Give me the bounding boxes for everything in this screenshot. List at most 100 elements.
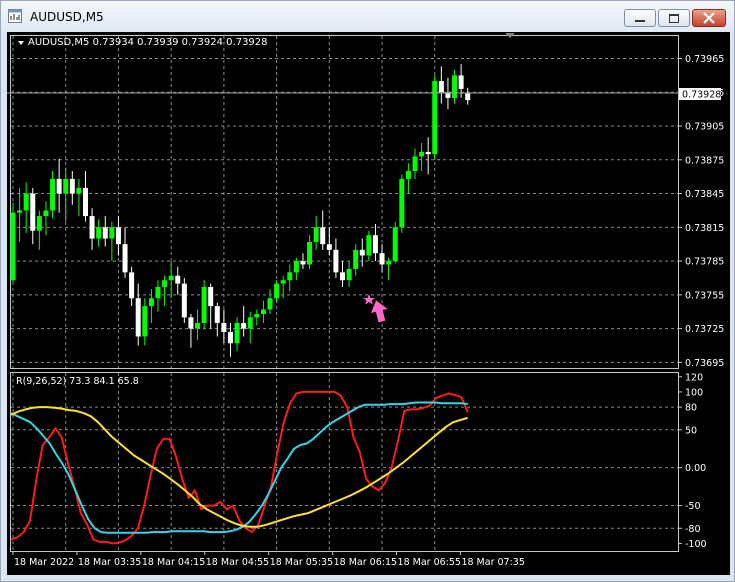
price-y-tick-label: 0.73725 xyxy=(685,324,724,335)
price-y-tick-label: 0.73965 xyxy=(685,54,724,65)
candle-body xyxy=(372,235,378,254)
candle-body xyxy=(432,81,438,155)
candle-body xyxy=(359,249,365,256)
candle-body xyxy=(274,283,280,299)
minimize-icon xyxy=(635,20,645,22)
price-y-tick-label: 0.73785 xyxy=(685,257,724,268)
candle-body xyxy=(135,298,141,337)
candle-body xyxy=(30,193,36,231)
indicator-y-tick-label: -100 xyxy=(685,539,707,550)
candle-body xyxy=(10,212,16,281)
indicator-y-tick-label: -50 xyxy=(685,501,701,512)
candle-body xyxy=(56,178,62,194)
candle-body xyxy=(76,187,82,194)
time-x-tick-label: 18 Mar 06:55 xyxy=(398,557,461,568)
candle-body xyxy=(379,253,385,265)
time-x-tick-label: 18 Mar 2022 xyxy=(14,557,74,568)
current-price-label: 0.73928 xyxy=(682,90,721,101)
candle-body xyxy=(142,306,148,337)
candle-body xyxy=(458,75,464,89)
candle-body xyxy=(320,227,326,245)
maximize-icon xyxy=(669,14,679,23)
candle-body xyxy=(452,75,458,98)
candle-body xyxy=(63,178,69,194)
candle-body xyxy=(122,244,128,273)
candle-body xyxy=(247,317,253,329)
candle-body xyxy=(346,268,352,281)
indicator-y-tick-label: 0.00 xyxy=(685,463,706,474)
indicator-y-tick-label: -80 xyxy=(685,524,701,535)
price-panel-border xyxy=(10,35,679,369)
time-x-tick-label: 18 Mar 04:55 xyxy=(206,557,269,568)
candle-body xyxy=(366,235,372,256)
candle-body xyxy=(208,286,214,307)
price-y-tick-label: 0.73695 xyxy=(685,358,724,369)
candle-body xyxy=(307,241,313,265)
candle-body xyxy=(280,280,286,284)
price-candles xyxy=(10,64,471,357)
candle-body xyxy=(419,151,425,157)
price-y-tick-label: 0.73755 xyxy=(685,290,724,301)
candle-body xyxy=(36,216,42,231)
candle-body xyxy=(82,187,88,217)
indicator-y-tick-label: 100 xyxy=(685,387,703,398)
candle-body xyxy=(23,193,29,211)
price-y-tick-label: 0.73875 xyxy=(685,155,724,166)
time-x-tick-label: 18 Mar 06:15 xyxy=(334,557,397,568)
candle-body xyxy=(214,306,220,323)
candle-body xyxy=(313,227,319,242)
candle-body xyxy=(109,227,115,239)
candle-body xyxy=(89,216,95,239)
indicator-y-tick-label: 80 xyxy=(685,403,697,414)
candle-body xyxy=(102,227,108,239)
time-x-tick-label: 18 Mar 05:35 xyxy=(270,557,333,568)
candle-body xyxy=(392,227,398,262)
candle-body xyxy=(353,249,359,269)
candle-body xyxy=(425,151,431,155)
chart-area[interactable]: 0.739650.739350.739050.738750.738450.738… xyxy=(7,32,730,575)
candle-body xyxy=(148,298,154,307)
candle-body xyxy=(43,210,49,217)
candle-body xyxy=(326,244,332,250)
candle-body xyxy=(465,93,471,101)
candle-body xyxy=(221,322,227,332)
candle-body xyxy=(300,261,306,265)
candle-body xyxy=(340,272,345,281)
title-bar[interactable]: AUDUSD,M5 xyxy=(1,1,734,33)
candle-body xyxy=(195,322,201,329)
candle-body xyxy=(293,261,299,273)
candle-body xyxy=(129,272,135,299)
price-chart-header: AUDUSD,M5 0.73934 0.73939 0.73924 0.7392… xyxy=(28,37,268,48)
candle-body xyxy=(405,171,411,179)
chart-canvas[interactable]: 0.739650.739350.739050.738750.738450.738… xyxy=(7,32,730,575)
close-icon xyxy=(703,12,715,24)
candle-body xyxy=(412,156,418,172)
time-x-tick-label: 18 Mar 07:35 xyxy=(461,557,524,568)
indicator-panel-border xyxy=(10,372,679,552)
close-button[interactable] xyxy=(692,9,726,27)
candle-body xyxy=(175,275,181,284)
candle-body xyxy=(50,178,56,211)
chart-window: AUDUSD,M5 0.739650.739350.739050.738750.… xyxy=(0,0,735,582)
candle-body xyxy=(155,286,161,299)
window-title: AUDUSD,M5 xyxy=(30,10,104,24)
time-x-tick-label: 18 Mar 03:35 xyxy=(78,557,141,568)
candle-body xyxy=(241,322,247,329)
candle-body xyxy=(188,317,194,329)
candle-body xyxy=(201,286,207,323)
candle-body xyxy=(227,331,233,344)
maximize-button[interactable] xyxy=(658,9,690,27)
candle-body xyxy=(333,249,339,273)
time-x-tick-label: 18 Mar 04:15 xyxy=(142,557,205,568)
minimize-button[interactable] xyxy=(624,9,656,27)
candle-body xyxy=(115,227,121,245)
indicator-y-tick-label: 120 xyxy=(685,372,703,383)
candle-body xyxy=(260,309,266,314)
price-y-tick-label: 0.73845 xyxy=(685,189,724,200)
candle-body xyxy=(162,280,168,287)
indicator-header: R(9,26,52) 73.3 84.1 65.8 xyxy=(16,376,139,387)
candle-body xyxy=(399,178,405,228)
candle-body xyxy=(234,322,240,344)
collapse-triangle-icon[interactable] xyxy=(18,41,24,45)
candle-body xyxy=(168,275,174,281)
